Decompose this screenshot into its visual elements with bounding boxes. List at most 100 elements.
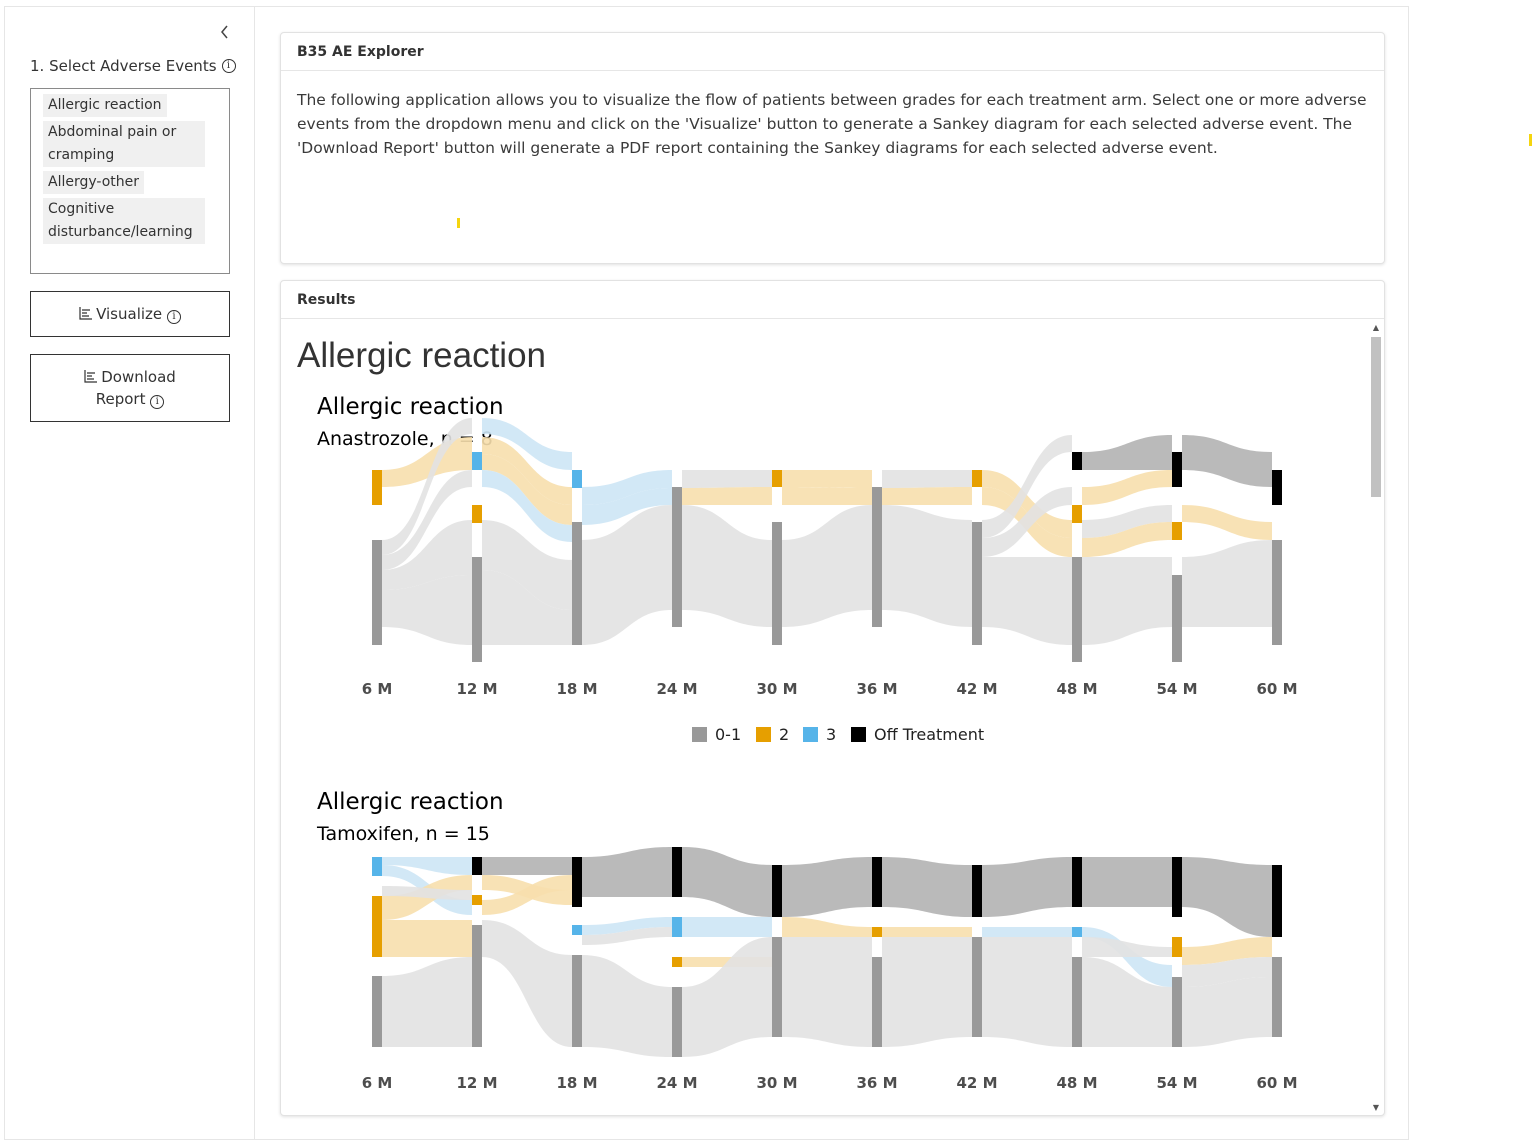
sankey-node: [1072, 557, 1082, 662]
chart-title: Allergic reaction: [317, 789, 504, 815]
sankey-node: [1172, 452, 1182, 487]
download-report-button[interactable]: Download Report i: [30, 354, 230, 422]
selected-event-chip[interactable]: Abdominal pain or cramping: [43, 121, 205, 167]
scroll-down-icon[interactable]: ▼: [1371, 1103, 1381, 1113]
sankey-node: [372, 470, 382, 505]
time-point-label: 60 M: [1256, 680, 1297, 698]
app-frame: 1. Select Adverse Events i Allergic reac…: [4, 6, 1409, 1140]
time-point-label: 12 M: [456, 680, 497, 698]
results-card-title: Results: [281, 281, 1384, 319]
sankey-node: [572, 955, 582, 1047]
time-point-label: 60 M: [1256, 1074, 1297, 1092]
sankey-link: [882, 505, 972, 627]
sankey-node: [1172, 977, 1182, 1047]
sankey-node: [572, 522, 582, 645]
sankey-link: [1182, 857, 1272, 937]
selected-event-chip[interactable]: Allergic reaction: [43, 94, 167, 117]
sankey-diagram-anastrozole: 6 M 12 M 18 M 24 M 30 M 36 M 42 M 48 M 54 M 60 M 0…: [362, 418, 1298, 1092]
sankey-node: [972, 937, 982, 1037]
sankey-node: [1072, 857, 1082, 907]
sankey-node: [572, 470, 582, 488]
sankey-node: [372, 540, 382, 645]
sankey-link: [382, 920, 472, 957]
sankey-link: [1082, 435, 1172, 470]
sankey-link: [682, 470, 772, 488]
info-icon[interactable]: i: [150, 395, 165, 409]
sankey-link: [982, 937, 1072, 1047]
time-point-label: 36 M: [856, 1074, 897, 1092]
sankey-node: [1272, 865, 1282, 937]
sankey-node: [572, 925, 582, 935]
visualize-button-label: Visualize: [96, 305, 163, 323]
legend-label: 3: [826, 725, 836, 744]
sankey-node: [1172, 937, 1182, 957]
sankey-link: [582, 847, 672, 897]
sankey-link: [582, 955, 672, 1057]
intro-card: B35 AE Explorer The following applicatio…: [280, 32, 1385, 264]
chart-icon: [79, 307, 93, 320]
sankey-node: [972, 865, 982, 917]
scroll-up-icon[interactable]: ▲: [1371, 323, 1381, 333]
visualize-button[interactable]: Visualize i: [30, 291, 230, 337]
legend-swatch: [692, 727, 707, 742]
select-events-label-text: 1. Select Adverse Events: [30, 57, 217, 75]
chevron-left-icon: [221, 25, 228, 39]
sankey-link: [782, 917, 872, 937]
sankey-node: [472, 452, 482, 470]
scroll-thumb[interactable]: [1371, 337, 1381, 497]
time-point-label: 18 M: [556, 680, 597, 698]
sankey-node: [472, 505, 482, 523]
time-point-label: 42 M: [956, 680, 997, 698]
results-card: Results Allergic reaction Allergic react…: [280, 280, 1385, 1116]
legend-swatch: [851, 727, 866, 742]
sankey-node: [872, 857, 882, 907]
sidebar: 1. Select Adverse Events i Allergic reac…: [5, 7, 255, 1139]
sankey-node: [772, 865, 782, 917]
sankey-node: [1072, 452, 1082, 470]
time-point-label: 48 M: [1056, 1074, 1097, 1092]
legend-swatch: [803, 727, 818, 742]
sankey-link: [1082, 937, 1172, 957]
sankey-node: [872, 487, 882, 627]
sankey-node: [872, 927, 882, 937]
time-point-label: 24 M: [656, 1074, 697, 1092]
info-icon[interactable]: i: [221, 59, 236, 73]
time-point-label: 30 M: [756, 680, 797, 698]
sankey-link: [782, 470, 872, 488]
sankey-node: [672, 987, 682, 1057]
sankey-node: [772, 937, 782, 1037]
sankey-link: [982, 927, 1072, 937]
collapse-sidebar-button[interactable]: [215, 21, 235, 43]
sankey-node: [1072, 927, 1082, 937]
sankey-link: [382, 957, 472, 1047]
sankey-node: [1272, 540, 1282, 645]
sankey-link: [982, 557, 1072, 645]
intro-description: The following application allows you to …: [297, 91, 1367, 157]
sankey-node: [1172, 522, 1182, 540]
results-body[interactable]: Allergic reaction Allergic reaction Anas…: [281, 320, 1369, 1115]
sankey-node: [672, 487, 682, 627]
sankey-link: [882, 927, 972, 937]
time-point-label: 54 M: [1156, 680, 1197, 698]
info-icon[interactable]: i: [166, 310, 181, 324]
sankey-link: [682, 937, 772, 1057]
sankey-link: [482, 857, 572, 875]
sankey-link: [882, 470, 972, 488]
sankey-node: [672, 847, 682, 897]
sankey-node: [772, 522, 782, 645]
sankey-link: [1182, 435, 1272, 487]
sankey-node: [1172, 857, 1182, 917]
selected-event-chip[interactable]: Allergy-other: [43, 171, 145, 194]
results-scrollbar[interactable]: ▲ ▼: [1369, 321, 1382, 1115]
legend-label: 0-1: [715, 725, 741, 744]
time-point-label: 6 M: [362, 1074, 393, 1092]
sankey-node: [972, 470, 982, 487]
legend-label: Off Treatment: [874, 725, 984, 744]
sankey-link: [882, 937, 972, 1047]
sankey-link: [682, 505, 772, 627]
time-point-label: 12 M: [456, 1074, 497, 1092]
adverse-events-select[interactable]: Allergic reaction Abdominal pain or cram…: [30, 88, 230, 274]
sankey-node: [1072, 505, 1082, 523]
selected-event-chip[interactable]: Cognitive disturbance/learning: [43, 198, 205, 244]
sankey-link: [482, 920, 572, 1047]
